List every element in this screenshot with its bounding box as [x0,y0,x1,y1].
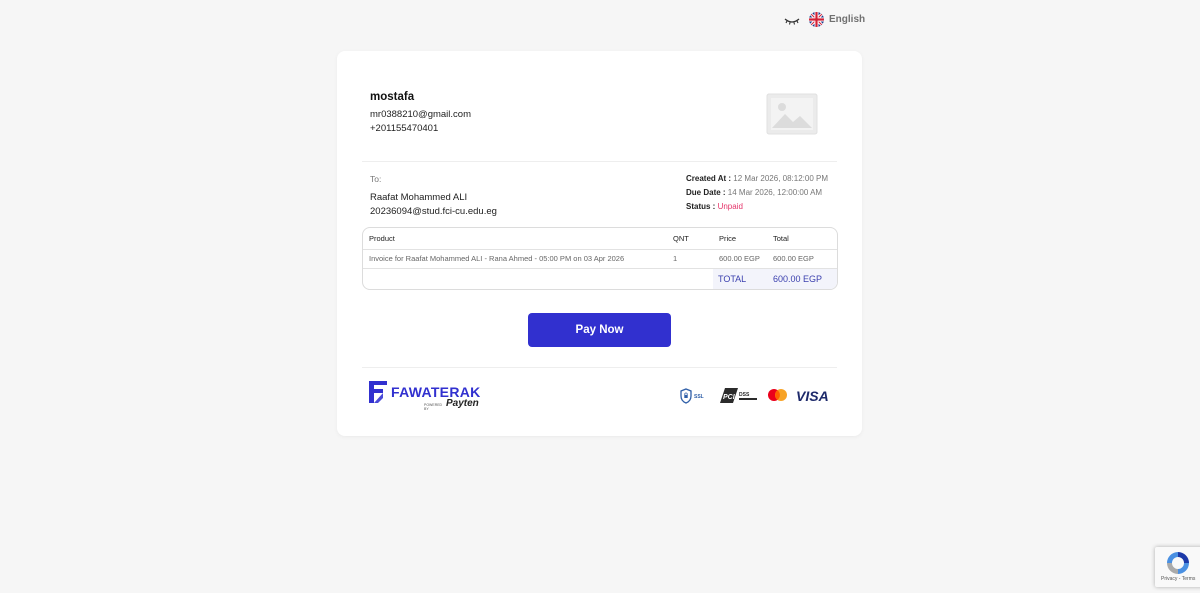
status-badge: Unpaid [717,202,743,211]
language-label: English [829,14,866,25]
header-price: Price [719,234,737,243]
due-date: Due Date : 14 Mar 2026, 12:00:00 AM [686,188,823,197]
sender-name: mostafa [370,91,415,103]
pay-now-button[interactable]: Pay Now [528,313,671,347]
table-header-row: Product QNT Price Total [363,228,837,250]
closed-eye-icon[interactable] [784,14,800,26]
created-at: Created At : 12 Mar 2026, 08:12:00 PM [686,174,829,183]
header-product: Product [369,234,395,243]
total-value: 600.00 EGP [773,274,823,284]
row-total: 600.00 EGP [773,254,814,263]
recipient-email: 20236094@stud.fci-cu.edu.eg [370,206,497,217]
language-selector[interactable]: English [809,12,865,27]
mastercard-icon [766,388,790,409]
recaptcha-badge[interactable]: Privacy - Terms [1155,547,1200,587]
footer-divider [362,367,837,368]
status: Status : Unpaid [686,202,743,211]
recipient-label: To: [370,174,382,184]
sender-email: mr0388210@gmail.com [370,109,471,120]
image-placeholder-icon [765,92,819,136]
row-price: 600.00 EGP [719,254,760,263]
row-qnt: 1 [673,254,678,263]
header-total: Total [773,234,789,243]
recaptcha-icon [1167,552,1189,574]
top-bar: English [784,12,865,27]
invoice-table: Product QNT Price Total Invoice for Raaf… [362,227,838,290]
row-product: Invoice for Raafat Mohammed ALI - Rana A… [369,254,625,263]
uk-flag-icon [809,12,824,27]
fawaterak-f-icon [369,381,387,403]
sender-phone: +201155470401 [370,123,439,134]
payment-badges: SSL PCI DSS VISA [680,387,830,405]
table-total-row: TOTAL 600.00 EGP [363,269,837,289]
recipient-name: Raafat Mohammed ALI [370,192,468,203]
svg-text:SSL: SSL [694,394,704,400]
invoice-card: mostafa mr0388210@gmail.com +20115547040… [337,51,862,436]
svg-text:DSS: DSS [739,392,750,398]
ssl-icon: SSL [680,388,708,409]
powered-by: POWERED BY [424,403,443,411]
svg-text:PCI: PCI [723,394,736,401]
visa-logo: VISA [796,388,829,404]
pci-dss-icon: PCI DSS [720,388,760,409]
payten-logo: Payten [446,398,479,409]
recaptcha-links[interactable]: Privacy - Terms [1161,576,1195,582]
total-label: TOTAL [718,274,747,284]
header-qnt: QNT [673,234,689,243]
table-row: Invoice for Raafat Mohammed ALI - Rana A… [363,250,837,269]
header-divider [362,161,837,162]
